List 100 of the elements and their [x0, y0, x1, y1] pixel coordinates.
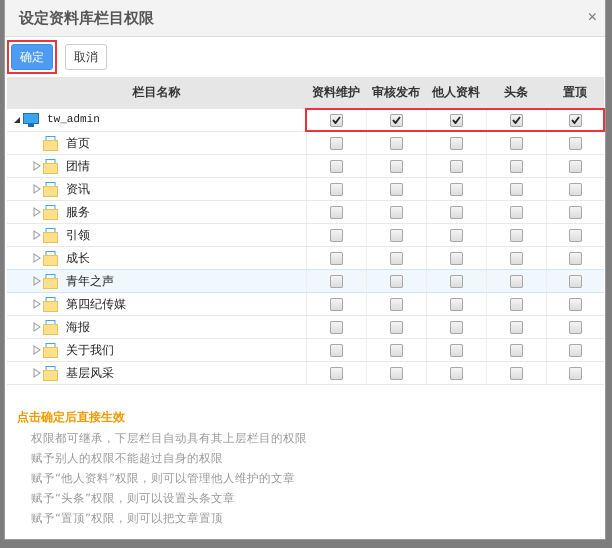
checkbox[interactable] [330, 206, 343, 218]
collapsed-arrow-icon[interactable] [33, 207, 41, 217]
checkbox[interactable] [390, 136, 403, 150]
checkbox[interactable] [390, 298, 403, 310]
column-name[interactable]: 基层风采 [66, 364, 114, 382]
checkbox[interactable] [569, 136, 582, 150]
checkbox[interactable] [510, 228, 523, 242]
checkbox[interactable] [390, 206, 403, 218]
checkbox[interactable] [390, 252, 403, 264]
cancel-button[interactable]: 取消 [65, 44, 107, 70]
column-name[interactable]: 第四纪传媒 [66, 296, 126, 312]
checkbox[interactable] [330, 252, 343, 264]
notice-text: 赋予“他人资料”权限，则可以管理他人维护的文章 [30, 471, 296, 486]
checkbox[interactable] [390, 114, 403, 126]
folder-icon [43, 342, 58, 358]
column-name[interactable]: 青年之声 [66, 272, 114, 290]
column-name[interactable]: 关于我们 [66, 342, 114, 358]
checkbox[interactable] [510, 206, 523, 218]
column-header: 审核发布 [371, 84, 421, 101]
checkbox[interactable] [450, 228, 463, 242]
folder-icon [43, 296, 58, 312]
column-name[interactable]: 成长 [66, 250, 90, 266]
checkbox[interactable] [569, 160, 582, 172]
checkbox[interactable] [450, 320, 463, 334]
checkbox[interactable] [510, 114, 523, 126]
checkbox[interactable] [390, 182, 403, 196]
column-name[interactable]: 资讯 [66, 180, 90, 198]
checkbox[interactable] [569, 344, 582, 356]
checkbox[interactable] [330, 228, 343, 242]
folder-icon [43, 274, 58, 288]
expanded-arrow-icon[interactable] [13, 116, 21, 124]
checkbox[interactable] [390, 228, 403, 242]
column-name[interactable]: 海报 [66, 318, 90, 336]
checkbox[interactable] [450, 182, 463, 196]
column-header: 置顶 [562, 84, 588, 101]
checkbox[interactable] [390, 320, 403, 334]
checkbox[interactable] [569, 228, 582, 242]
collapsed-arrow-icon[interactable] [33, 368, 41, 378]
checkbox[interactable] [510, 160, 523, 172]
checkbox[interactable] [330, 274, 343, 288]
checkbox[interactable] [569, 252, 582, 264]
checkbox[interactable] [330, 136, 343, 150]
checkbox[interactable] [569, 366, 582, 380]
checkbox[interactable] [390, 344, 403, 356]
checkbox[interactable] [450, 136, 463, 150]
checkbox[interactable] [330, 182, 343, 196]
column-name[interactable]: 服务 [66, 204, 90, 220]
checkbox[interactable] [510, 274, 523, 288]
collapsed-arrow-icon[interactable] [33, 345, 41, 355]
collapsed-arrow-icon[interactable] [33, 276, 41, 286]
checkbox[interactable] [569, 114, 582, 126]
checkbox[interactable] [450, 160, 463, 172]
checkbox[interactable] [569, 274, 582, 288]
checkbox[interactable] [569, 182, 582, 196]
checkbox[interactable] [510, 320, 523, 334]
folder-icon [43, 204, 58, 220]
checkbox[interactable] [450, 252, 463, 264]
checkbox[interactable] [450, 274, 463, 288]
folder-icon [43, 250, 58, 266]
collapsed-arrow-icon[interactable] [33, 184, 41, 194]
checkbox[interactable] [330, 344, 343, 356]
column-header: 资料维护 [311, 84, 361, 101]
close-button[interactable]: × [588, 9, 597, 27]
folder-icon [43, 228, 58, 242]
folder-icon [43, 136, 58, 150]
checkbox[interactable] [569, 206, 582, 218]
column-name[interactable]: 团情 [66, 158, 90, 174]
checkbox[interactable] [450, 366, 463, 380]
checkbox[interactable] [510, 182, 523, 196]
checkbox[interactable] [390, 160, 403, 172]
notice-heading: 点击确定后直接生效 [17, 409, 126, 426]
collapsed-arrow-icon[interactable] [33, 253, 41, 263]
collapsed-arrow-icon[interactable] [33, 230, 41, 240]
checkbox[interactable] [450, 114, 463, 126]
checkbox[interactable] [330, 160, 343, 172]
checkbox[interactable] [569, 298, 582, 310]
checkbox[interactable] [510, 298, 523, 310]
collapsed-arrow-icon[interactable] [33, 322, 41, 332]
folder-icon [43, 182, 58, 196]
checkbox[interactable] [450, 298, 463, 310]
checkbox[interactable] [510, 136, 523, 150]
checkbox[interactable] [450, 206, 463, 218]
checkbox[interactable] [569, 320, 582, 334]
column-name[interactable]: 首页 [66, 134, 90, 152]
column-header: 头条 [503, 84, 529, 101]
notice-text: 赋予别人的权限不能超过自身的权限 [30, 451, 224, 466]
checkbox[interactable] [330, 366, 343, 380]
collapsed-arrow-icon[interactable] [33, 161, 41, 171]
checkbox[interactable] [510, 344, 523, 356]
checkbox[interactable] [330, 298, 343, 310]
checkbox[interactable] [390, 366, 403, 380]
checkbox[interactable] [330, 114, 343, 126]
checkbox[interactable] [390, 274, 403, 288]
checkbox[interactable] [450, 344, 463, 356]
checkbox[interactable] [330, 320, 343, 334]
checkbox[interactable] [510, 252, 523, 264]
column-name[interactable]: tw_admin [47, 114, 100, 126]
column-name[interactable]: 引领 [66, 226, 90, 244]
collapsed-arrow-icon[interactable] [33, 299, 41, 309]
checkbox[interactable] [510, 366, 523, 380]
